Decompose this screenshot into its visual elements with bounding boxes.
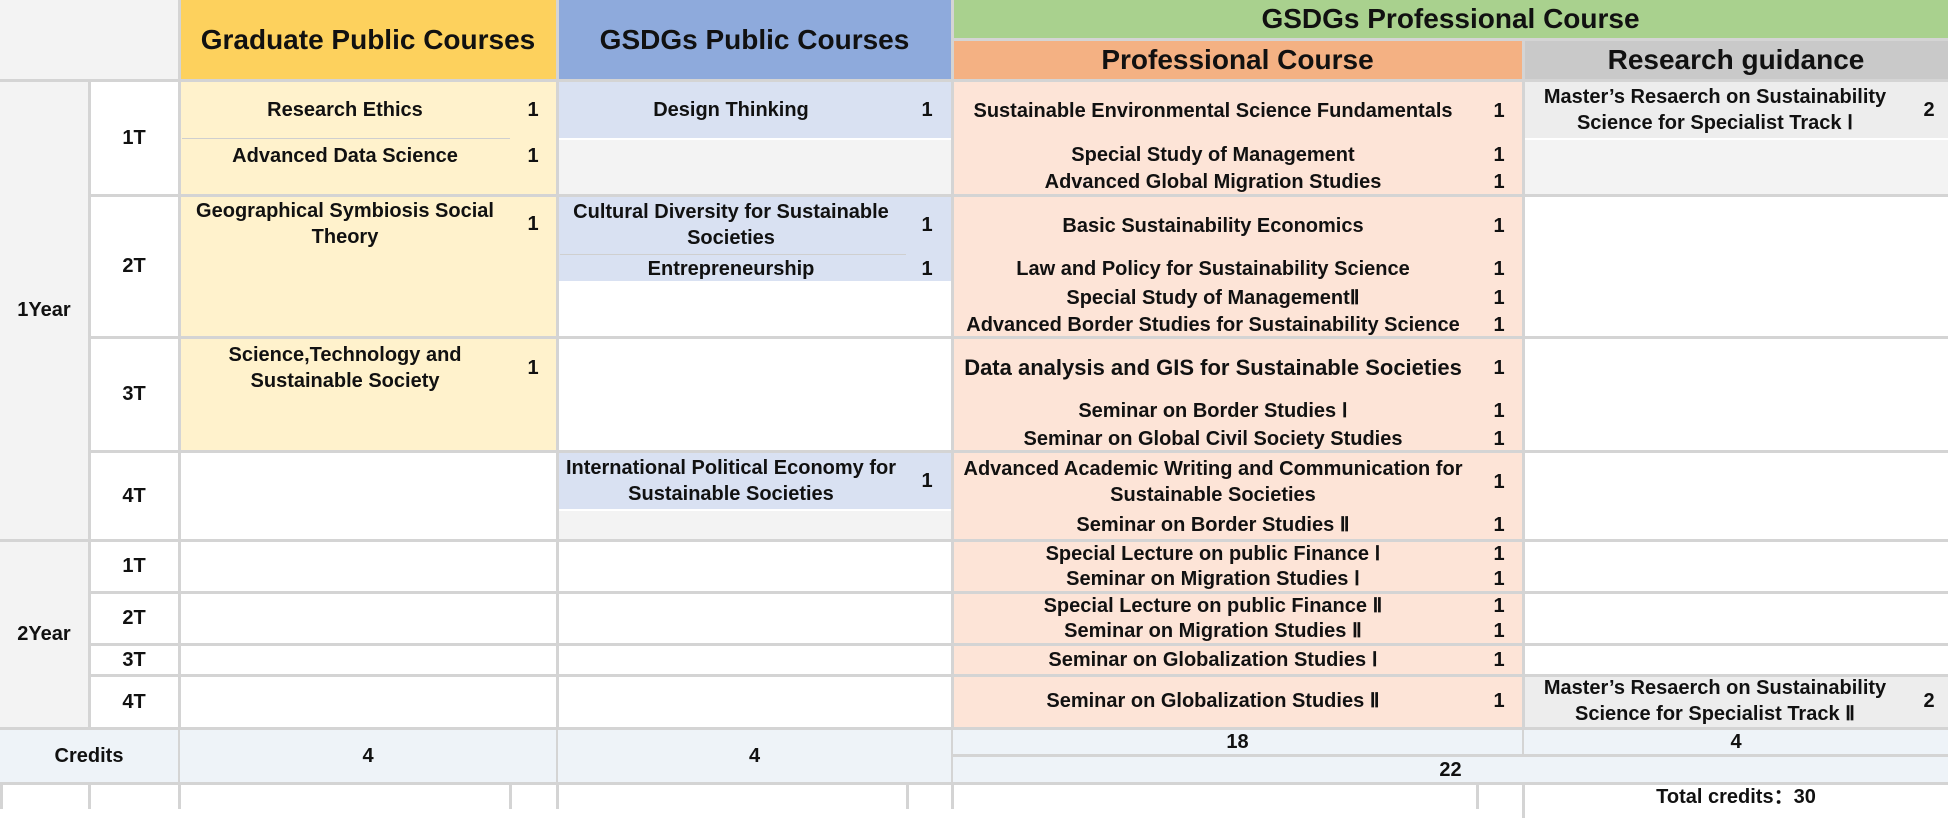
course-credit: 1 — [1493, 286, 1505, 309]
course-advanced-academic-writing: Advanced Academic Writing and Communicat… — [963, 458, 1463, 506]
course-seminar-border-studies-2: Seminar on Border Studies Ⅱ — [1076, 514, 1350, 536]
year-2-label: 2Year — [0, 541, 88, 727]
empty-cell — [558, 511, 951, 539]
course-data-analysis-gis: Data analysis and GIS for Sustainable So… — [964, 355, 1462, 380]
course-advanced-data-science: Advanced Data Science — [232, 145, 458, 167]
course-seminar-global-civil-society: Seminar on Global Civil Society Studies — [1023, 428, 1403, 450]
course-credit: 1 — [1493, 100, 1505, 122]
grid-line — [1476, 782, 1479, 809]
grid-line — [1522, 38, 1525, 818]
credits-gsdgs-professional-total: 22 — [953, 757, 1948, 782]
grid-line — [88, 79, 91, 727]
course-seminar-border-studies-1: Seminar on Border Studies Ⅰ — [1078, 400, 1348, 422]
course-seminar-globalization-2: Seminar on Globalization Studies Ⅱ — [1046, 690, 1380, 712]
research-guidance-header: Research guidance — [1524, 40, 1948, 79]
graduate-public-header: Graduate Public Courses — [180, 0, 556, 79]
term-4-label: 4T — [122, 690, 146, 713]
course-science-technology: Science,Technology and Sustainable Socie… — [228, 344, 462, 392]
course-credit: 1 — [527, 213, 539, 235]
course-credit: 1 — [1493, 619, 1505, 642]
course-credit: 1 — [1493, 428, 1505, 450]
course-special-study-management-2: Special Study of ManagementⅡ — [1066, 286, 1360, 309]
course-basic-sustainability-economics: Basic Sustainability Economics — [1062, 215, 1364, 237]
course-geographical-symbiosis: Geographical Symbiosis Social Theory — [196, 200, 494, 248]
course-credit: 1 — [1493, 542, 1505, 565]
curriculum-table: Graduate Public Courses GSDGs Public Cou… — [0, 0, 1948, 818]
course-special-lecture-finance-2: Special Lecture on public Finance Ⅱ — [1043, 594, 1383, 617]
course-credit: 1 — [1493, 258, 1505, 280]
course-seminar-globalization-1: Seminar on Globalization Studies Ⅰ — [1048, 648, 1378, 671]
course-credit: 1 — [1493, 514, 1505, 536]
credits-professional: 18 — [953, 730, 1522, 754]
term-2-label: 2T — [122, 255, 146, 277]
course-seminar-migration-2: Seminar on Migration Studies Ⅱ — [1064, 619, 1362, 642]
course-credit: 1 — [1493, 143, 1505, 166]
gsdgs-professional-header: GSDGs Professional Course — [953, 0, 1948, 38]
course-special-lecture-finance-1: Special Lecture on public Finance Ⅰ — [1045, 542, 1381, 565]
grid-line — [509, 782, 512, 809]
term-2-label: 2T — [122, 607, 146, 629]
term-1-label: 1T — [122, 555, 146, 577]
course-credit: 1 — [1493, 471, 1505, 493]
course-design-thinking: Design Thinking — [653, 99, 809, 121]
course-credit: 1 — [921, 470, 933, 492]
course-credit: 1 — [1493, 357, 1505, 379]
grid-line — [0, 782, 3, 809]
course-credit: 1 — [921, 99, 933, 121]
term-3-label: 3T — [122, 383, 146, 405]
course-credit: 1 — [1493, 648, 1505, 671]
course-law-and-policy: Law and Policy for Sustainability Scienc… — [1016, 258, 1410, 280]
grid-line — [88, 782, 91, 809]
course-credit: 1 — [1493, 594, 1505, 617]
course-masters-research-1: Master’s Resaerch on Sustainability Scie… — [1543, 86, 1887, 134]
grid-line — [556, 0, 559, 809]
course-advanced-global-migration: Advanced Global Migration Studies — [1044, 171, 1382, 193]
professional-course-header: Professional Course — [953, 40, 1522, 79]
credits-research: 4 — [1524, 730, 1948, 754]
course-research-ethics: Research Ethics — [267, 99, 423, 121]
course-credit: 1 — [921, 258, 933, 280]
course-credit: 1 — [527, 99, 539, 121]
grid-line — [951, 38, 1948, 41]
course-international-political-economy: International Political Economy for Sust… — [565, 457, 897, 505]
course-credit: 1 — [527, 145, 539, 167]
grid-line — [0, 79, 1948, 82]
term-3-label: 3T — [122, 648, 146, 671]
course-cultural-diversity: Cultural Diversity for Sustainable Socie… — [573, 201, 889, 249]
course-masters-research-2: Master’s Resaerch on Sustainability Scie… — [1543, 677, 1887, 725]
empty-cell — [1524, 140, 1948, 194]
grid-line — [906, 782, 909, 809]
course-credit: 1 — [1493, 314, 1505, 336]
credits-label: Credits — [0, 730, 178, 782]
credits-gsdgs-public: 4 — [558, 730, 951, 782]
course-credit: 1 — [921, 214, 933, 236]
corner-cell — [0, 0, 178, 79]
total-credits: Total credits：30 — [1656, 786, 1816, 808]
gsdgs-public-header: GSDGs Public Courses — [558, 0, 951, 79]
course-credit: 1 — [1493, 215, 1505, 237]
course-credit: 2 — [1923, 99, 1935, 121]
cell-divider — [560, 254, 906, 255]
grid-line — [178, 0, 181, 809]
course-special-study-management-1: Special Study of Management — [1071, 143, 1355, 166]
course-credit: 1 — [1493, 567, 1505, 590]
course-credit: 2 — [1923, 690, 1935, 712]
term-1-label: 1T — [122, 126, 146, 149]
course-credit: 1 — [1493, 171, 1505, 193]
course-advanced-border-studies: Advanced Border Studies for Sustainabili… — [966, 314, 1460, 336]
course-credit: 1 — [1493, 690, 1505, 712]
year-1-label: 1Year — [0, 81, 88, 539]
term-4-label: 4T — [122, 484, 146, 507]
credits-graduate: 4 — [180, 730, 556, 782]
course-seminar-migration-1: Seminar on Migration Studies Ⅰ — [1066, 567, 1360, 590]
cell-divider — [182, 138, 510, 139]
course-entrepreneurship: Entrepreneurship — [647, 258, 815, 280]
empty-cell — [558, 140, 951, 194]
course-credit: 1 — [527, 357, 539, 379]
course-sustainable-environmental-science: Sustainable Environmental Science Fundam… — [973, 100, 1453, 122]
course-credit: 1 — [1493, 400, 1505, 422]
